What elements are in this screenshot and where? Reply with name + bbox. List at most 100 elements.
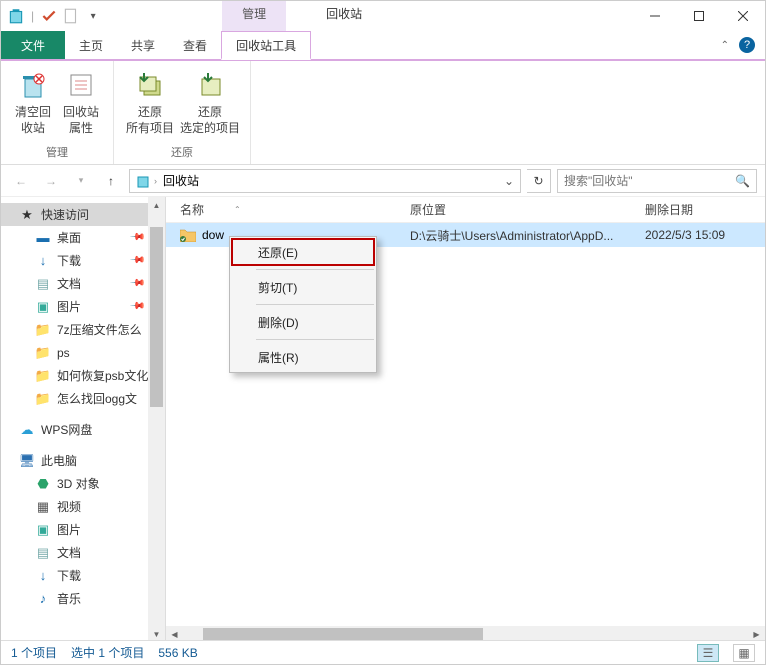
pin-icon: 📌: [128, 229, 145, 246]
sidebar-3d[interactable]: ⬣3D 对象: [1, 472, 165, 495]
sidebar-wps[interactable]: ☁WPS网盘: [1, 418, 165, 441]
menu-divider: [256, 304, 374, 305]
search-input[interactable]: [564, 174, 735, 188]
view-icons-button[interactable]: ▦: [733, 644, 755, 662]
folder-icon: 📁: [35, 391, 51, 407]
sidebar-folder-7z[interactable]: 📁7z压缩文件怎么: [1, 318, 165, 341]
scroll-up-icon[interactable]: ▲: [148, 197, 165, 214]
col-header-deleted[interactable]: 删除日期: [631, 201, 765, 218]
sidebar-thispc[interactable]: 🖥此电脑: [1, 449, 165, 472]
back-button[interactable]: ←: [9, 169, 33, 193]
ribbon-tab-row: 文件 主页 共享 查看 回收站工具 ⌃ ?: [1, 31, 765, 59]
breadcrumb-root[interactable]: ›: [132, 173, 160, 189]
recycle-bin-icon: [7, 7, 25, 25]
downloads-icon: ↓: [35, 568, 51, 584]
restore-all-button[interactable]: 还原 所有项目: [122, 65, 178, 144]
ribbon-collapse-icon[interactable]: ⌃: [721, 40, 729, 51]
context-menu: 还原(E) 剪切(T) 删除(D) 属性(R): [229, 236, 377, 373]
sidebar-downloads[interactable]: ↓下载📌: [1, 249, 165, 272]
menu-item-cut[interactable]: 剪切(T): [230, 272, 376, 302]
col-header-location[interactable]: 原位置: [396, 201, 631, 218]
pictures-icon: ▣: [35, 299, 51, 315]
sidebar-folder-ogg[interactable]: 📁怎么找回ogg文: [1, 387, 165, 410]
restore-selected-button[interactable]: 还原 选定的项目: [178, 65, 242, 144]
col-header-name[interactable]: 名称⌃: [166, 201, 396, 218]
contextual-tab-label: 管理: [222, 1, 286, 31]
sidebar-music[interactable]: ♪音乐: [1, 587, 165, 610]
forward-button[interactable]: →: [39, 169, 63, 193]
maximize-button[interactable]: [677, 1, 721, 31]
sidebar-videos[interactable]: ▦视频: [1, 495, 165, 518]
video-icon: ▦: [35, 499, 51, 515]
sidebar-downloads2[interactable]: ↓下载: [1, 564, 165, 587]
qat-dropdown-icon[interactable]: ▾: [84, 7, 102, 25]
folder-icon: 📁: [35, 322, 51, 338]
menu-item-restore[interactable]: 还原(E): [230, 237, 376, 267]
documents-icon: ▤: [35, 545, 51, 561]
sidebar-documents[interactable]: ▤文档📌: [1, 272, 165, 295]
file-location-cell: D:\云骑士\Users\Administrator\AppD...: [396, 227, 631, 244]
ribbon-body: 清空回 收站 回收站 属性 管理 还原 所有项目: [1, 61, 765, 165]
nav-row: ← → ▾ ↑ › 回收站 ⌄ ↻ 🔍: [1, 165, 765, 197]
menu-divider: [256, 269, 374, 270]
up-button[interactable]: ↑: [99, 169, 123, 193]
history-dropdown[interactable]: ▾: [69, 169, 93, 193]
pin-icon: 📌: [128, 275, 145, 292]
close-button[interactable]: [721, 1, 765, 31]
empty-bin-icon: [17, 69, 49, 101]
sidebar-scrollbar[interactable]: ▲ ▼: [148, 197, 165, 643]
sidebar-folder-psb[interactable]: 📁如何恢复psb文化: [1, 364, 165, 387]
properties-icon: [65, 69, 97, 101]
sidebar-folder-ps[interactable]: 📁ps: [1, 341, 165, 364]
sidebar-pictures[interactable]: ▣图片📌: [1, 295, 165, 318]
search-box[interactable]: 🔍: [557, 169, 757, 193]
breadcrumb-location[interactable]: 回收站: [160, 172, 202, 189]
checkmark-icon[interactable]: [40, 7, 58, 25]
restore-all-icon: [134, 69, 166, 101]
tab-view[interactable]: 查看: [169, 31, 221, 59]
scroll-thumb[interactable]: [150, 227, 163, 407]
sidebar-quick-access[interactable]: ★ 快速访问: [1, 203, 165, 226]
cloud-icon: ☁: [19, 422, 35, 438]
minimize-button[interactable]: [633, 1, 677, 31]
search-icon[interactable]: 🔍: [735, 174, 750, 188]
sidebar-pictures2[interactable]: ▣图片: [1, 518, 165, 541]
folder-icon: 📁: [35, 368, 51, 384]
menu-item-delete[interactable]: 删除(D): [230, 307, 376, 337]
refresh-button[interactable]: ↻: [527, 169, 551, 193]
ribbon-group-manage: 清空回 收站 回收站 属性 管理: [1, 61, 114, 164]
address-bar[interactable]: › 回收站 ⌄: [129, 169, 521, 193]
star-icon: ★: [19, 207, 35, 223]
documents-icon: ▤: [35, 276, 51, 292]
cube-icon: ⬣: [35, 476, 51, 492]
pictures-icon: ▣: [35, 522, 51, 538]
empty-recycle-button[interactable]: 清空回 收站: [9, 65, 57, 144]
tab-share[interactable]: 共享: [117, 31, 169, 59]
sidebar-desktop[interactable]: ▬桌面📌: [1, 226, 165, 249]
restore-selected-icon: [194, 69, 226, 101]
window-controls: [633, 1, 765, 31]
sort-indicator-icon: ⌃: [234, 205, 241, 214]
statusbar: 1 个项目 选中 1 个项目 556 KB ☰ ▦: [1, 640, 765, 664]
tab-file[interactable]: 文件: [1, 31, 65, 59]
folder-icon: [180, 228, 196, 242]
tab-home[interactable]: 主页: [65, 31, 117, 59]
desktop-icon: ▬: [35, 230, 51, 246]
help-icon[interactable]: ?: [739, 37, 755, 53]
menu-divider: [256, 339, 374, 340]
column-headers: 名称⌃ 原位置 删除日期: [166, 197, 765, 223]
pin-icon: 📌: [128, 298, 145, 315]
downloads-icon: ↓: [35, 253, 51, 269]
address-dropdown-icon[interactable]: ⌄: [500, 174, 518, 188]
view-details-button[interactable]: ☰: [697, 644, 719, 662]
menu-item-properties[interactable]: 属性(R): [230, 342, 376, 372]
recycle-properties-button[interactable]: 回收站 属性: [57, 65, 105, 144]
recycle-bin-icon: [135, 173, 151, 189]
tab-recycle-tools[interactable]: 回收站工具: [221, 31, 311, 60]
folder-icon: 📁: [35, 345, 51, 361]
status-selected: 选中 1 个项目: [71, 644, 144, 661]
sidebar-documents2[interactable]: ▤文档: [1, 541, 165, 564]
window-title: 回收站: [306, 1, 382, 31]
status-item-count: 1 个项目: [11, 644, 57, 661]
blank-doc-icon[interactable]: [62, 7, 80, 25]
